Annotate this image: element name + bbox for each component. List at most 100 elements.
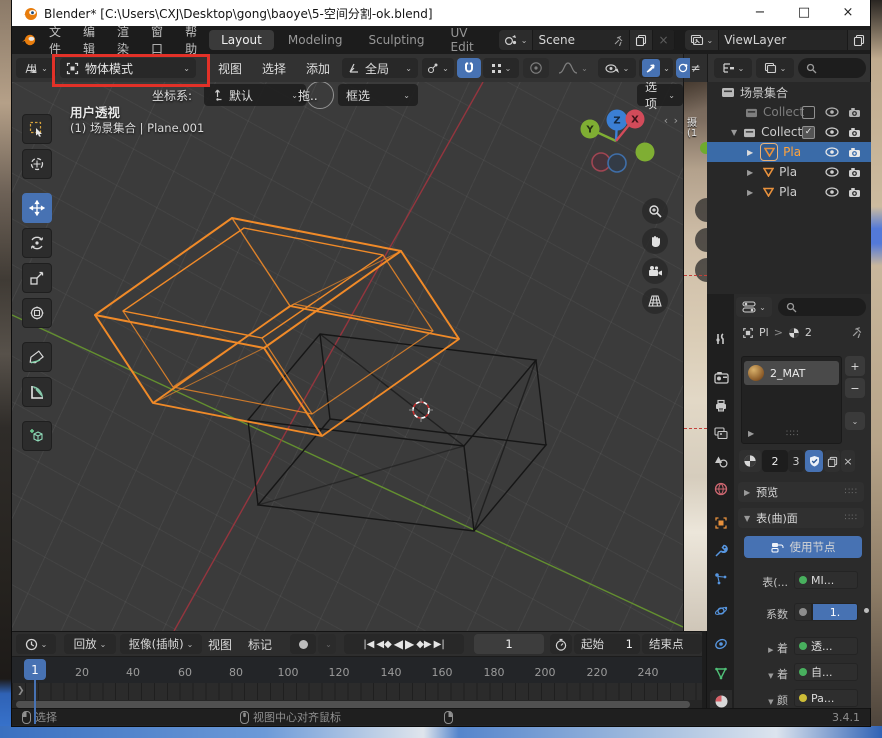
tool-cursor[interactable] [22,149,52,179]
frame-start-field[interactable]: 起始1 [574,634,640,654]
mode-dropdown[interactable]: 物体模式 ⌄ [60,58,196,78]
disable-render-camera-icon[interactable] [848,127,861,138]
factor-input-socket[interactable] [794,603,812,621]
prev-keyframe-button[interactable]: ◀◆ [376,639,391,650]
expand-arrow-icon[interactable]: ▶ [747,168,753,177]
breadcrumb-data[interactable]: 2 [805,326,812,339]
tab-world[interactable] [710,478,732,500]
use-preview-range-toggle[interactable] [550,634,572,654]
hide-eye-icon[interactable] [825,107,839,117]
menu-edit[interactable]: 编辑 [72,26,106,54]
field-shader1-value[interactable]: 透... [794,637,858,655]
outliner-row-scene-collection[interactable]: 场景集合 [707,82,871,102]
play-button[interactable]: ▶ [405,637,414,651]
scene-browse-button[interactable]: ⌄ [499,30,534,50]
tool-measure[interactable] [22,377,52,407]
tool-add-cube[interactable] [22,421,52,451]
minimize-button[interactable]: − [738,0,782,26]
add-slot-button[interactable]: + [845,356,865,376]
expand-arrow-icon[interactable]: ▶ [748,429,754,438]
frame-end-field[interactable]: 结束点 [642,634,702,654]
panel-preview[interactable]: ▶ 预览 ∷∷ [738,482,864,502]
tab-physics[interactable] [710,600,732,622]
secondary-zoom-button[interactable] [695,198,707,222]
scene-unlink-button[interactable]: × [653,30,674,50]
tab-object-data[interactable] [710,662,732,684]
timeline-ruler[interactable]: 20 40 60 80 100 120 140 160 180 200 220 … [12,656,702,683]
resize-grip[interactable]: ∷∷ [786,429,799,439]
proportional-editing-toggle[interactable] [523,58,549,78]
outliner-row-plane-active[interactable]: ▶ Pla [707,142,871,162]
secondary-gizmo-axis[interactable] [700,142,707,154]
browse-material-button[interactable] [739,450,761,472]
properties-editor-type-button[interactable]: ⌄ [736,297,772,317]
tab-object[interactable] [710,512,732,534]
exclude-checkbox[interactable] [802,106,815,119]
tab-output[interactable] [710,394,732,416]
drag-label[interactable]: 拖.. [298,84,318,106]
proportional-falloff-dropdown[interactable]: ⌄ [551,58,595,78]
expand-channels-arrow[interactable]: ❯ [17,686,25,696]
tool-scale[interactable] [22,263,52,293]
show-object-types-dropdown[interactable]: ⌄ [598,58,636,78]
breadcrumb-object[interactable]: Pl [759,326,769,339]
timeline-markers-menu[interactable]: 标记 [248,632,272,656]
viewlayer-name-field[interactable]: ViewLayer [719,30,848,50]
fake-user-shield-toggle[interactable] [805,450,823,472]
menu-file[interactable]: 文件 [38,26,72,54]
tool-select-box[interactable] [22,114,52,144]
viewlayer-browse-button[interactable]: ⌄ [685,30,720,50]
field-color-value[interactable]: Pa... [794,689,858,707]
scrollbar-thumb[interactable] [16,701,690,708]
scene-new-button[interactable] [630,30,653,50]
material-users-count[interactable]: 3 [788,450,804,472]
timeline-tracks[interactable]: ❯ [12,683,702,700]
tool-rotate[interactable] [22,228,52,258]
select-box-dropdown[interactable]: 框选 ⌄ [338,84,418,106]
material-slot-list[interactable]: 2_MAT ▶ ∷∷ [741,356,842,444]
remove-slot-button[interactable]: − [845,378,865,398]
tab-particles[interactable] [710,568,732,590]
blender-menu-icon[interactable] [20,33,38,47]
factor-value-field[interactable]: 1. [812,603,858,621]
menu-select[interactable]: 选择 [252,60,296,77]
workspace-tab-modeling[interactable]: Modeling [276,30,355,50]
zoom-button[interactable] [642,198,668,224]
copy-material-button[interactable] [824,450,840,472]
secondary-camera-button[interactable] [695,258,707,282]
disable-render-camera-icon[interactable] [848,147,861,158]
snap-toggle-magnet[interactable] [457,58,481,78]
tab-render[interactable] [710,366,732,388]
unlink-material-button[interactable]: × [841,450,855,472]
hide-eye-icon[interactable] [825,167,839,177]
menu-render[interactable]: 渲染 [106,26,140,54]
outliner-row-collection[interactable]: ▼ Collect ✓ [707,122,871,142]
expand-arrow-icon[interactable]: ▶ [747,188,753,197]
pin-icon[interactable] [613,35,624,46]
snap-settings-dropdown[interactable]: ⌄ [483,58,519,78]
secondary-viewport[interactable]: 摄 (1 [683,82,707,631]
next-keyframe-button[interactable]: ◆▶ [416,639,431,650]
outliner-display-mode-dropdown[interactable]: ⌄ [714,58,752,78]
playhead[interactable]: 1 [24,659,46,680]
current-frame-field[interactable]: 1 [474,634,544,654]
expand-arrow-icon[interactable]: ▶ [747,148,753,157]
keying-set-dropdown[interactable]: ⌄ [318,634,336,654]
pin-icon[interactable] [851,326,863,338]
tool-transform[interactable] [22,298,52,328]
secondary-pan-button[interactable] [695,228,707,252]
transform-orientation-dropdown[interactable]: 全局 ⌄ [342,58,418,78]
field-surface-value[interactable]: MI... [794,571,858,589]
coord-system-dropdown[interactable]: 默认 ⌄ [204,84,306,106]
outliner-row-plane[interactable]: ▶ Pla [707,182,871,202]
hide-eye-icon[interactable] [825,187,839,197]
hide-eye-icon[interactable] [825,147,839,157]
close-button[interactable]: × [826,0,870,26]
animate-dot-icon[interactable] [864,608,869,613]
use-nodes-button[interactable]: 使用节点 [744,536,862,558]
panel-surface[interactable]: ▼ 表(曲)面 ∷∷ [738,508,864,528]
exclude-checkbox[interactable]: ✓ [802,126,815,139]
auto-keying-toggle[interactable] [290,634,316,654]
outliner-filter-dropdown[interactable]: ⌄ [756,58,794,78]
disable-render-camera-icon[interactable] [848,167,861,178]
